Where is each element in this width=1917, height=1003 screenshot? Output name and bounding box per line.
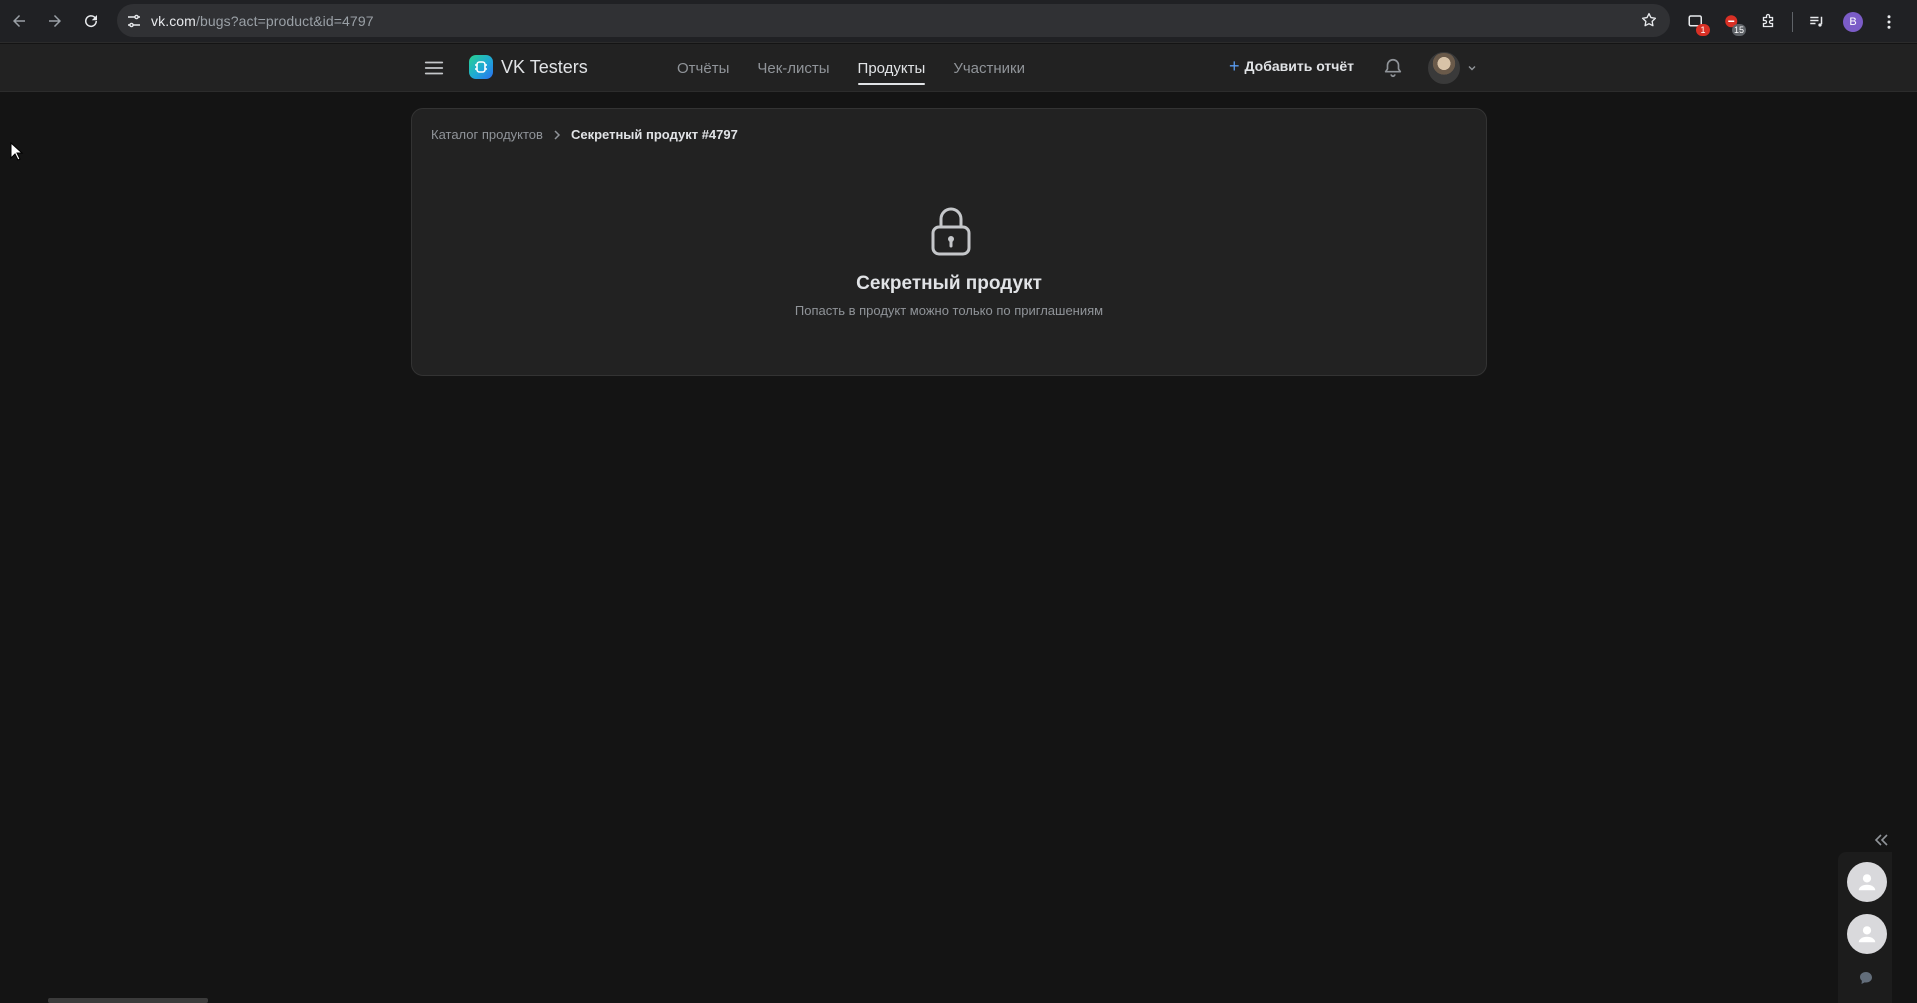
notifications-bell-icon[interactable] <box>1382 57 1404 79</box>
forward-button[interactable] <box>37 3 73 39</box>
user-silhouette-icon <box>1858 874 1876 891</box>
toolbar-divider <box>1792 11 1793 32</box>
site-header: VK Testers Отчёты Чек-листы Продукты Уча… <box>0 44 1917 92</box>
profile-avatar: В <box>1843 11 1863 32</box>
site-settings-icon[interactable] <box>117 4 151 37</box>
puzzle-icon <box>1762 13 1774 27</box>
hamburger-menu-icon[interactable] <box>423 57 445 79</box>
secret-product-subtitle: Попасть в продукт можно только по пригла… <box>794 303 1104 318</box>
lock-icon <box>931 207 971 256</box>
browser-menu-button[interactable] <box>1871 4 1907 40</box>
arrow-right-icon <box>49 15 61 27</box>
vk-testers-logo-icon <box>469 55 493 79</box>
media-controls-button[interactable] <box>1799 4 1835 40</box>
extension-screen-button[interactable]: 1 <box>1678 4 1714 40</box>
back-button[interactable] <box>1 3 37 39</box>
breadcrumb-catalog-link[interactable]: Каталог продуктов <box>431 127 543 142</box>
plus-icon: + <box>1229 56 1240 76</box>
add-report-label: Добавить отчёт <box>1244 58 1355 74</box>
product-card: Каталог продуктов Секретный продукт #479… <box>411 108 1487 376</box>
url-text: vk.com/bugs?act=product&id=4797 <box>151 12 374 29</box>
extensions-menu-button[interactable] <box>1750 4 1786 40</box>
breadcrumb-current: Секретный продукт #4797 <box>570 127 738 142</box>
address-bar[interactable]: vk.com/bugs?act=product&id=4797 <box>117 4 1670 37</box>
chevron-down-icon[interactable] <box>1466 62 1478 74</box>
chat-contact-avatar[interactable] <box>1847 862 1887 902</box>
kebab-menu-icon <box>1887 14 1891 29</box>
secret-product-title: Секретный продукт <box>856 273 1042 294</box>
logo-text: VK Testers <box>501 56 588 77</box>
mouse-cursor-icon <box>10 142 24 161</box>
chevron-right-icon <box>554 129 561 140</box>
reload-icon <box>85 15 98 28</box>
add-report-button[interactable]: + Добавить отчёт <box>1229 56 1355 76</box>
extension-badge: 1 <box>1696 23 1710 36</box>
bookmark-star-icon[interactable] <box>1640 11 1658 29</box>
tab-participants[interactable]: Участники <box>939 44 1039 92</box>
user-silhouette-icon <box>1858 926 1876 943</box>
chat-side-panel <box>1838 852 1892 1003</box>
double-chevron-left-icon[interactable] <box>1872 831 1890 849</box>
reload-button[interactable] <box>73 3 109 39</box>
arrow-left-icon <box>13 15 25 27</box>
user-avatar[interactable] <box>1428 52 1460 84</box>
site-logo[interactable]: VK Testers <box>469 55 588 79</box>
tab-products[interactable]: Продукты <box>844 44 940 92</box>
extension-red-button[interactable]: 15 <box>1714 4 1750 40</box>
chat-bubble-icon[interactable] <box>1858 970 1874 986</box>
playlist-music-icon <box>1810 16 1823 27</box>
tab-checklists[interactable]: Чек-листы <box>743 44 843 92</box>
extension-badge: 15 <box>1731 23 1746 36</box>
main-navigation: Отчёты Чек-листы Продукты Участники <box>663 44 1039 92</box>
breadcrumb: Каталог продуктов Секретный продукт #479… <box>431 127 738 142</box>
browser-toolbar: vk.com/bugs?act=product&id=4797 1 15 В <box>0 0 1917 43</box>
chat-contact-avatar[interactable] <box>1847 914 1887 954</box>
extensions-area: 1 15 В <box>1678 0 1907 43</box>
tab-reports[interactable]: Отчёты <box>663 44 743 92</box>
horizontal-scrollbar[interactable] <box>48 998 208 1003</box>
profile-button[interactable]: В <box>1835 4 1871 40</box>
